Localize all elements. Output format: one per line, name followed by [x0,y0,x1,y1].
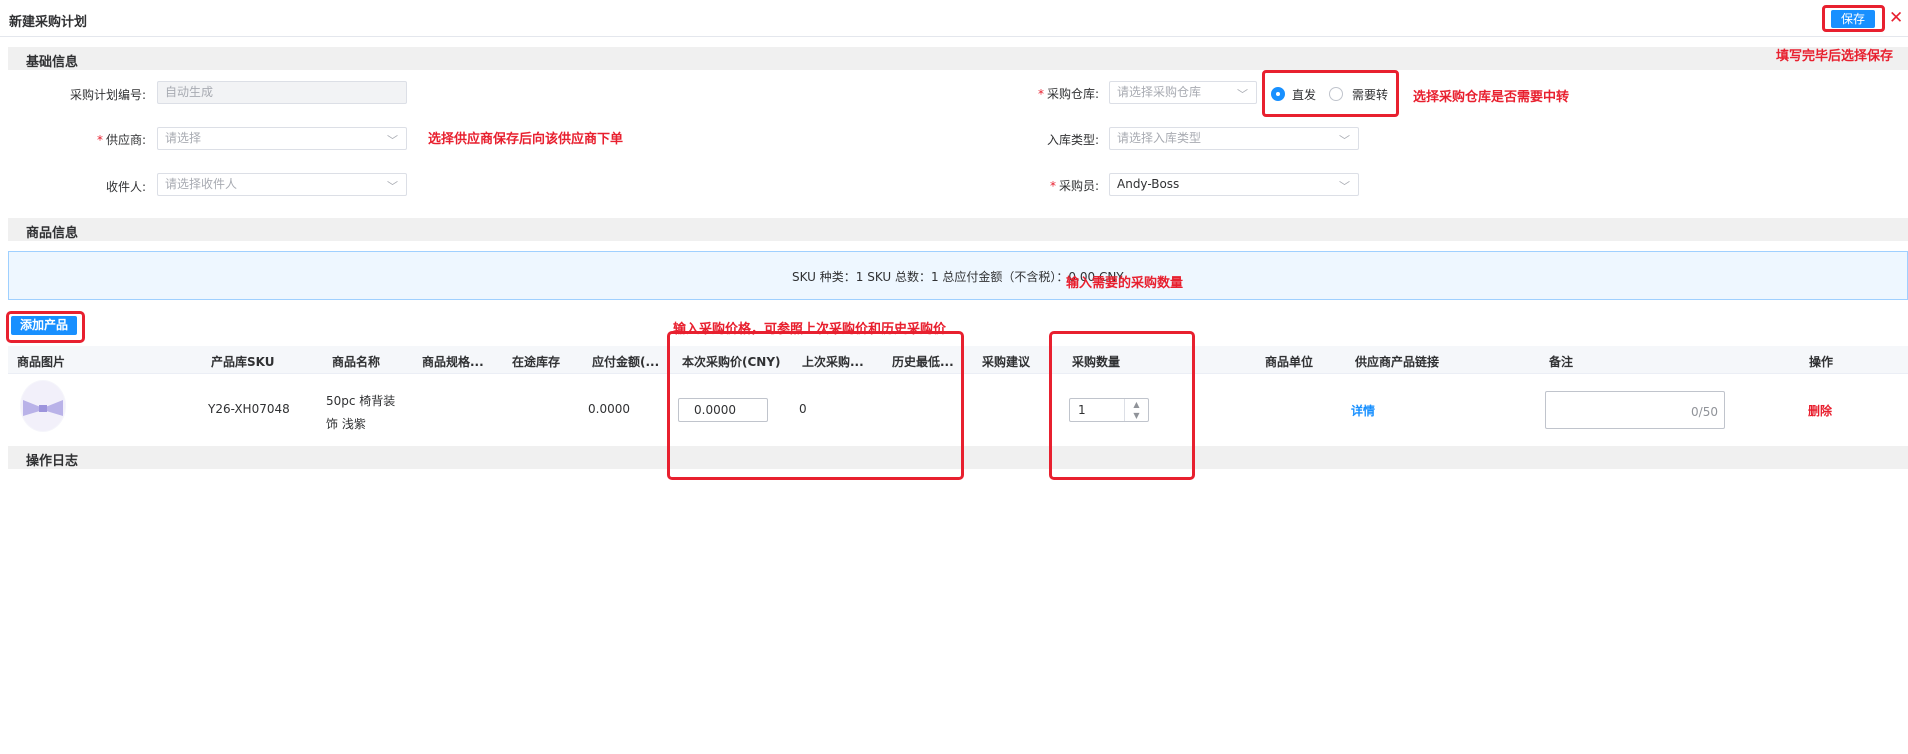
buyer-select[interactable]: Andy-Boss ﹀ [1109,173,1359,196]
col-image: 商品图片 [17,355,66,369]
inbound-type-placeholder: 请选择入库类型 [1117,131,1202,145]
supplier-placeholder: 请选择 [165,131,202,145]
warehouse-label: * 采购仓库: [1010,85,1099,102]
col-supplier-link: 供应商产品链接 [1355,355,1440,369]
row-name-line2: 饰 浅紫 [326,417,366,431]
top-bar: 新建采购计划 保存 ✕ [0,0,1908,37]
receiver-select[interactable]: 请选择收件人 ﹀ [157,173,407,196]
buyer-value: Andy-Boss [1117,177,1180,191]
warehouse-label-text: 采购仓库: [1046,87,1099,101]
radio-transfer-label[interactable]: 需要转 [1352,86,1388,103]
section-goods-info: 商品信息 [8,218,1908,241]
row-name-line1: 50pc 椅背装 [326,394,396,408]
product-thumbnail [21,381,65,431]
quantity-highlight-box [1049,331,1195,480]
required-mark: * [96,133,103,147]
chevron-down-icon: ﹀ [1237,88,1248,101]
remark-counter: 0/50 [1691,405,1718,419]
buyer-label: * 采购员: [1010,177,1099,194]
radio-transfer[interactable] [1329,87,1343,101]
supplier-link-detail[interactable]: 详情 [1351,402,1375,419]
warehouse-select[interactable]: 请选择采购仓库 ﹀ [1109,81,1257,104]
close-icon[interactable]: ✕ [1889,8,1903,28]
section-title: 操作日志 [26,454,79,469]
section-title: 商品信息 [26,226,79,241]
supplier-label-text: 供应商: [105,133,146,147]
col-in-transit: 在途库存 [512,355,561,369]
price-highlight-box [667,331,964,480]
chevron-down-icon: ﹀ [387,134,398,147]
annotation-warehouse: 选择采购仓库是否需要中转 [1413,90,1570,105]
required-mark: * [1037,87,1044,101]
annotation-save: 填写完毕后选择保存 [1776,49,1894,64]
col-spec: 商品规格... [422,355,484,369]
add-product-button[interactable]: 添加产品 [11,316,77,335]
purchase-plan-page: 新建采购计划 保存 ✕ 基础信息 填写完毕后选择保存 采购计划编号: 自动生成 … [0,0,1908,754]
radio-direct[interactable] [1271,87,1285,101]
col-remark: 备注 [1549,355,1574,369]
radio-direct-label[interactable]: 直发 [1292,86,1316,103]
plan-no-label: 采购计划编号: [69,88,146,102]
col-sku: 产品库SKU [211,355,275,369]
buyer-label-text: 采购员: [1058,179,1099,193]
remark-textarea[interactable]: 0/50 [1545,391,1725,429]
plan-no-input: 自动生成 [157,81,407,104]
row-sku: Y26-XH07048 [208,402,290,416]
receiver-placeholder: 请选择收件人 [165,177,238,191]
col-amount: 应付金额(... [592,355,660,369]
col-name: 商品名称 [332,355,381,369]
add-product-highlight-box: 添加产品 [6,311,85,343]
supplier-select[interactable]: 请选择 ﹀ [157,127,407,150]
receiver-label: 收件人: [105,180,146,194]
page-title: 新建采购计划 [9,15,88,30]
shipping-radio-group: 直发 需要转 [1262,70,1399,117]
chevron-down-icon: ﹀ [387,180,398,193]
col-action: 操作 [1809,355,1834,369]
inbound-type-select[interactable]: 请选择入库类型 ﹀ [1109,127,1359,150]
save-button[interactable]: 保存 [1831,10,1875,28]
annotation-supplier: 选择供应商保存后向该供应商下单 [428,132,624,147]
section-title: 基础信息 [26,55,79,70]
section-basic-info: 基础信息 [8,47,1908,70]
summary-bar: SKU 种类：1 SKU 总数：1 总应付金额（不含税）：0.00 CNY [8,251,1908,300]
row-amount: 0.0000 [588,402,630,416]
chevron-down-icon: ﹀ [1339,134,1350,147]
chevron-down-icon: ﹀ [1339,180,1350,193]
col-suggestion: 采购建议 [982,355,1031,369]
supplier-label: * 供应商: [60,131,146,148]
col-unit: 商品单位 [1265,355,1314,369]
required-mark: * [1049,179,1056,193]
warehouse-placeholder: 请选择采购仓库 [1117,85,1202,99]
save-highlight-box: 保存 [1822,5,1885,32]
product-image [20,380,66,432]
annotation-quantity: 输入需要的采购数量 [1066,276,1184,291]
delete-button[interactable]: 删除 [1808,402,1832,419]
inbound-type-label: 入库类型: [1046,133,1099,147]
